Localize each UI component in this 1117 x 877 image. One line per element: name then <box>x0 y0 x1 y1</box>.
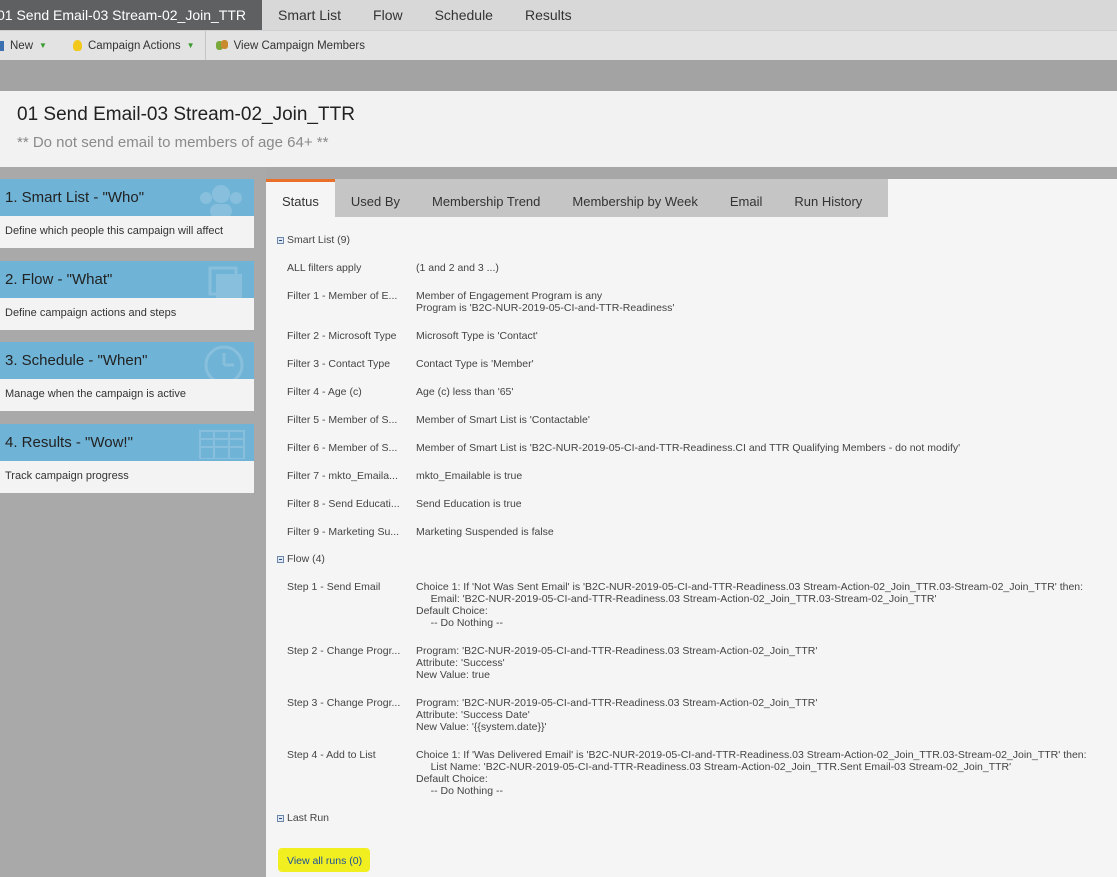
smart-list-row-label: Filter 6 - Member of S... <box>287 442 398 454</box>
tab-membership-trend[interactable]: Membership Trend <box>416 179 556 217</box>
collapse-icon <box>277 814 284 822</box>
collapse-icon <box>277 555 284 563</box>
card-title: 1. Smart List - "Who" <box>5 189 145 206</box>
smart-list-row-value: Member of Smart List is 'B2C-NUR-2019-05… <box>416 442 961 454</box>
flow-step-label: Step 3 - Change Progr... <box>287 697 401 709</box>
card-schedule[interactable]: 3. Schedule - "When" Manage when the cam… <box>0 342 254 411</box>
section-title: Smart List (9) <box>287 234 351 246</box>
card-results[interactable]: 4. Results - "Wow!" Track campaign progr… <box>0 424 254 493</box>
left-nav-pane: 1. Smart List - "Who" Define which peopl… <box>0 167 266 877</box>
card-description: Define campaign actions and steps <box>0 298 254 330</box>
lightbulb-icon <box>72 40 82 51</box>
section-title: Flow (4) <box>287 553 325 565</box>
stack-icon <box>208 266 242 298</box>
smart-list-row-label: Filter 9 - Marketing Su... <box>287 526 400 538</box>
clock-icon <box>204 345 244 379</box>
smart-list-row-label: Filter 8 - Send Educati... <box>287 498 400 510</box>
tab-results[interactable]: Results <box>509 0 588 30</box>
new-label: New <box>10 39 34 52</box>
smart-list-row-label: Filter 1 - Member of E... <box>287 290 398 302</box>
toolbar: New ▼ Campaign Actions ▼ View Campaign M… <box>0 30 1117 61</box>
flow-step-value: Choice 1: If 'Not Was Sent Email' is 'B2… <box>416 581 1084 629</box>
tab-email[interactable]: Email <box>714 179 779 217</box>
flow-step-value: Program: 'B2C-NUR-2019-05-CI-and-TTR-Rea… <box>416 645 818 681</box>
grid-icon <box>199 430 245 459</box>
card-title: 3. Schedule - "When" <box>5 352 148 369</box>
main-panel: Status Used By Membership Trend Membersh… <box>266 179 1117 877</box>
people-icon <box>215 40 229 51</box>
smart-list-row-value: Contact Type is 'Member' <box>416 358 534 370</box>
page-description: ** Do not send email to members of age 6… <box>17 134 329 151</box>
main-tabs: Status Used By Membership Trend Membersh… <box>266 179 888 217</box>
smart-list-row-value: Member of Engagement Program is any Prog… <box>416 290 675 314</box>
smart-list-row-value: (1 and 2 and 3 ...) <box>416 262 499 274</box>
new-icon <box>0 40 4 51</box>
tab-used-by[interactable]: Used By <box>335 179 416 217</box>
view-members-label: View Campaign Members <box>233 39 366 52</box>
smart-list-row-value: Send Education is true <box>416 498 522 510</box>
new-button[interactable]: New ▼ <box>0 31 57 60</box>
flow-step-label: Step 4 - Add to List <box>287 749 376 761</box>
smart-list-row-label: Filter 7 - mkto_Emaila... <box>287 470 398 482</box>
card-description: Track campaign progress <box>0 461 254 493</box>
view-all-runs-link[interactable]: View all runs (0) <box>287 855 362 867</box>
smart-list-row-label: Filter 4 - Age (c) <box>287 386 362 398</box>
tab-campaign[interactable]: 01 Send Email-03 Stream-02_Join_TTR <box>0 0 263 30</box>
smart-list-row-label: ALL filters apply <box>287 262 362 274</box>
card-title: 2. Flow - "What" <box>5 271 113 288</box>
smart-list-row-label: Filter 5 - Member of S... <box>287 414 398 426</box>
card-description: Manage when the campaign is active <box>0 379 254 411</box>
view-campaign-members-button[interactable]: View Campaign Members <box>215 31 375 60</box>
dropdown-arrow-icon: ▼ <box>39 41 47 50</box>
dropdown-arrow-icon: ▼ <box>186 41 195 50</box>
campaign-actions-button[interactable]: Campaign Actions ▼ <box>72 31 205 60</box>
collapse-icon <box>277 236 284 244</box>
smart-list-row-value: Microsoft Type is 'Contact' <box>416 330 538 342</box>
smart-list-row-value: Age (c) less than '65' <box>416 386 514 398</box>
last-run-section-toggle[interactable]: Last Run <box>277 812 329 824</box>
flow-step-value: Choice 1: If 'Was Delivered Email' is 'B… <box>416 749 1087 797</box>
card-smart-list[interactable]: 1. Smart List - "Who" Define which peopl… <box>0 179 254 248</box>
tab-run-history[interactable]: Run History <box>778 179 878 217</box>
tab-flow[interactable]: Flow <box>357 0 419 30</box>
page-title: 01 Send Email-03 Stream-02_Join_TTR <box>17 104 355 125</box>
smart-list-row-value: Marketing Suspended is false <box>416 526 554 538</box>
flow-step-value: Program: 'B2C-NUR-2019-05-CI-and-TTR-Rea… <box>416 697 818 733</box>
tab-membership-by-week[interactable]: Membership by Week <box>556 179 713 217</box>
tab-schedule[interactable]: Schedule <box>419 0 509 30</box>
toolbar-spacer <box>0 60 1117 91</box>
flow-step-label: Step 2 - Change Progr... <box>287 645 401 657</box>
tab-status[interactable]: Status <box>266 179 335 217</box>
smart-list-section-toggle[interactable]: Smart List (9) <box>277 234 350 246</box>
card-description: Define which people this campaign will a… <box>0 216 254 248</box>
toolbar-divider <box>204 30 206 61</box>
card-title: 4. Results - "Wow!" <box>5 434 133 451</box>
flow-step-label: Step 1 - Send Email <box>287 581 381 593</box>
smart-list-row-label: Filter 3 - Contact Type <box>287 358 391 370</box>
campaign-header: 01 Send Email-03 Stream-02_Join_TTR ** D… <box>0 91 1117 167</box>
tab-smart-list[interactable]: Smart List <box>262 0 357 30</box>
campaign-actions-label: Campaign Actions <box>87 39 181 52</box>
smart-list-row-label: Filter 2 - Microsoft Type <box>287 330 397 342</box>
smart-list-row-value: Member of Smart List is 'Contactable' <box>416 414 590 426</box>
section-title: Last Run <box>287 812 330 824</box>
top-tab-bar: 01 Send Email-03 Stream-02_Join_TTR Smar… <box>0 0 1117 30</box>
smart-list-row-value: mkto_Emailable is true <box>416 470 523 482</box>
flow-section-toggle[interactable]: Flow (4) <box>277 553 325 565</box>
people-icon <box>200 185 242 216</box>
card-flow[interactable]: 2. Flow - "What" Define campaign actions… <box>0 261 254 330</box>
